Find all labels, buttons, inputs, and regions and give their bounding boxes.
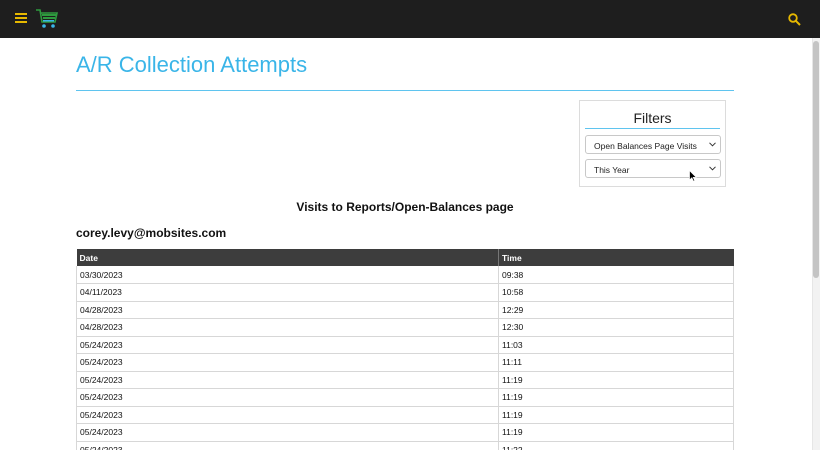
table-row: 05/24/2023 11:19 [76,388,734,407]
report-type-select[interactable]: Open Balances Page Visits [585,135,721,154]
scrollbar-thumb[interactable] [813,41,819,278]
table-row: 03/30/2023 09:38 [76,266,734,284]
table-row: 04/11/2023 10:58 [76,283,734,302]
cell-date: 04/11/2023 [76,283,499,302]
cell-date: 05/24/2023 [76,406,499,424]
mouse-pointer-icon [689,170,697,182]
cell-date: 04/28/2023 [76,301,499,319]
cell-time: 11:19 [498,423,734,442]
search-icon[interactable] [788,13,801,26]
column-header-time[interactable]: Time [498,249,734,266]
user-email: corey.levy@mobsites.com [76,226,227,240]
hamburger-menu-icon[interactable] [15,13,27,23]
title-divider [76,90,734,91]
cell-time: 11:19 [498,406,734,424]
cell-date: 05/24/2023 [76,388,499,407]
cell-date: 05/24/2023 [76,336,499,354]
table-row: 05/24/2023 11:19 [76,423,734,442]
cell-date: 05/24/2023 [76,441,499,450]
cell-date: 05/24/2023 [76,353,499,372]
chevron-down-icon [709,142,716,147]
table-row: 04/28/2023 12:30 [76,318,734,337]
cell-time: 11:11 [498,353,734,372]
cell-date: 03/30/2023 [76,266,499,284]
time-period-select-value: This Year [594,165,630,175]
cell-date: 05/24/2023 [76,371,499,389]
column-header-date[interactable]: Date [76,249,499,266]
cell-date: 04/28/2023 [76,318,499,337]
table-row: 05/24/2023 11:19 [76,371,734,389]
report-type-select-value: Open Balances Page Visits [594,141,697,151]
cell-time: 12:29 [498,301,734,319]
filters-divider [585,128,720,129]
cell-time: 11:03 [498,336,734,354]
report-title: Visits to Reports/Open-Balances page [296,200,514,214]
cell-time: 11:19 [498,371,734,389]
page-title: A/R Collection Attempts [76,52,308,77]
chevron-down-icon [709,166,716,171]
table-row: 05/24/2023 11:22 [76,441,734,450]
shopping-cart-logo-icon[interactable] [35,8,59,30]
time-period-select[interactable]: This Year [585,159,721,178]
cell-date: 05/24/2023 [76,423,499,442]
table-row: 05/24/2023 11:03 [76,336,734,354]
table-row: 05/24/2023 11:11 [76,353,734,372]
cell-time: 10:58 [498,283,734,302]
cell-time: 11:19 [498,388,734,407]
visits-table: Date Time 03/30/2023 09:38 04/11/2023 10:58… [76,249,734,450]
filters-panel: Filters Open Balances Page Visits This Y… [579,100,726,187]
table-row: 05/24/2023 11:19 [76,406,734,424]
cell-time: 11:22 [498,441,734,450]
table-row: 04/28/2023 12:29 [76,301,734,319]
filters-title: Filters [633,110,672,126]
cell-time: 09:38 [498,266,734,284]
top-app-bar [0,0,820,38]
cell-time: 12:30 [498,318,734,337]
table-header-row: Date Time [76,249,734,266]
